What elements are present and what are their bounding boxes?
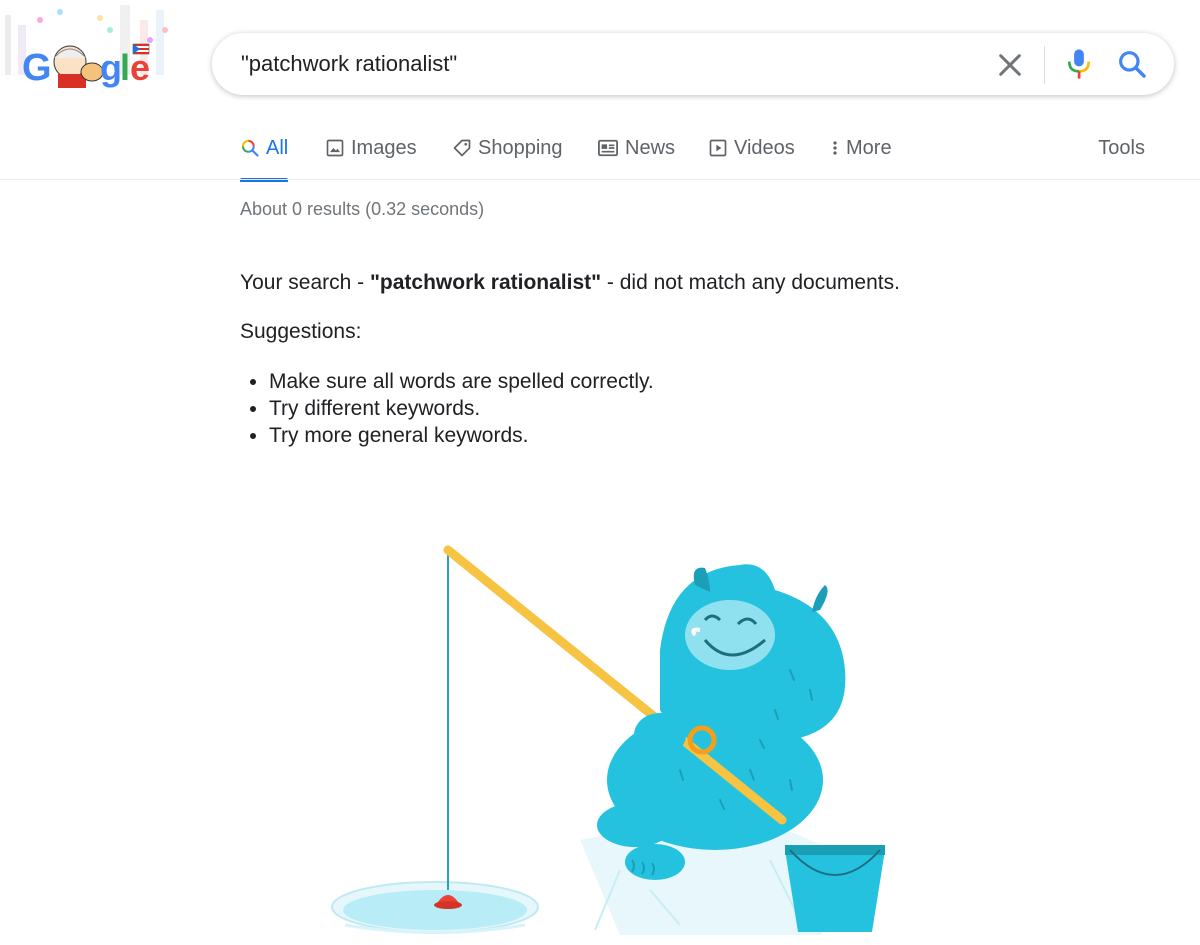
search-box-divider <box>1044 46 1045 84</box>
tab-videos[interactable]: Videos <box>708 130 795 180</box>
tab-label: More <box>846 137 892 159</box>
tab-label: Shopping <box>478 137 563 159</box>
tag-icon <box>453 139 471 157</box>
tab-label: All <box>266 137 289 159</box>
more-vert-icon <box>833 141 837 155</box>
suggestions-title: Suggestions: <box>240 320 362 343</box>
no-results-prefix: Your search - <box>240 271 370 294</box>
search-input[interactable] <box>241 33 961 95</box>
search-button[interactable] <box>1116 48 1148 80</box>
suggestion-item: Try more general keywords. <box>269 422 654 449</box>
search-box[interactable] <box>212 33 1174 95</box>
clear-search-button[interactable] <box>994 49 1026 81</box>
close-icon <box>999 54 1021 76</box>
tools-button[interactable]: Tools <box>1098 130 1145 166</box>
fishing-yeti-illustration <box>320 540 900 940</box>
no-results-suffix: - did not match any documents. <box>601 271 900 294</box>
tab-label: Videos <box>734 137 795 159</box>
svg-text:l: l <box>120 47 130 88</box>
voice-search-button[interactable] <box>1064 47 1094 81</box>
svg-text:G: G <box>22 47 52 89</box>
yeti-fishing-icon <box>331 545 885 935</box>
search-multicolor-icon <box>241 139 259 157</box>
search-icon <box>1119 51 1146 78</box>
suggestion-item: Make sure all words are spelled correctl… <box>269 368 654 395</box>
tab-label: News <box>625 137 676 159</box>
tab-shopping[interactable]: Shopping <box>452 130 563 180</box>
suggestion-item: Try different keywords. <box>269 395 654 422</box>
tab-images[interactable]: Images <box>325 130 417 180</box>
tab-all[interactable]: All <box>240 130 289 182</box>
svg-text:g: g <box>100 47 122 88</box>
suggestions-list: Make sure all words are spelled correctl… <box>240 368 654 449</box>
newspaper-icon <box>598 139 618 157</box>
play-icon <box>709 139 727 157</box>
tab-more[interactable]: More <box>830 130 892 180</box>
tab-label: Images <box>351 137 417 159</box>
no-results-message: Your search - "patchwork rationalist" - … <box>240 271 900 295</box>
microphone-icon <box>1067 49 1091 79</box>
tab-news[interactable]: News <box>597 130 675 180</box>
doodle-icon: G g l e <box>5 5 168 89</box>
no-results-query: "patchwork rationalist" <box>369 271 602 294</box>
google-doodle-logo[interactable]: G g l e <box>0 0 175 100</box>
tabs-divider <box>0 179 1200 180</box>
image-icon <box>326 139 344 157</box>
result-stats: About 0 results (0.32 seconds) <box>240 199 485 219</box>
